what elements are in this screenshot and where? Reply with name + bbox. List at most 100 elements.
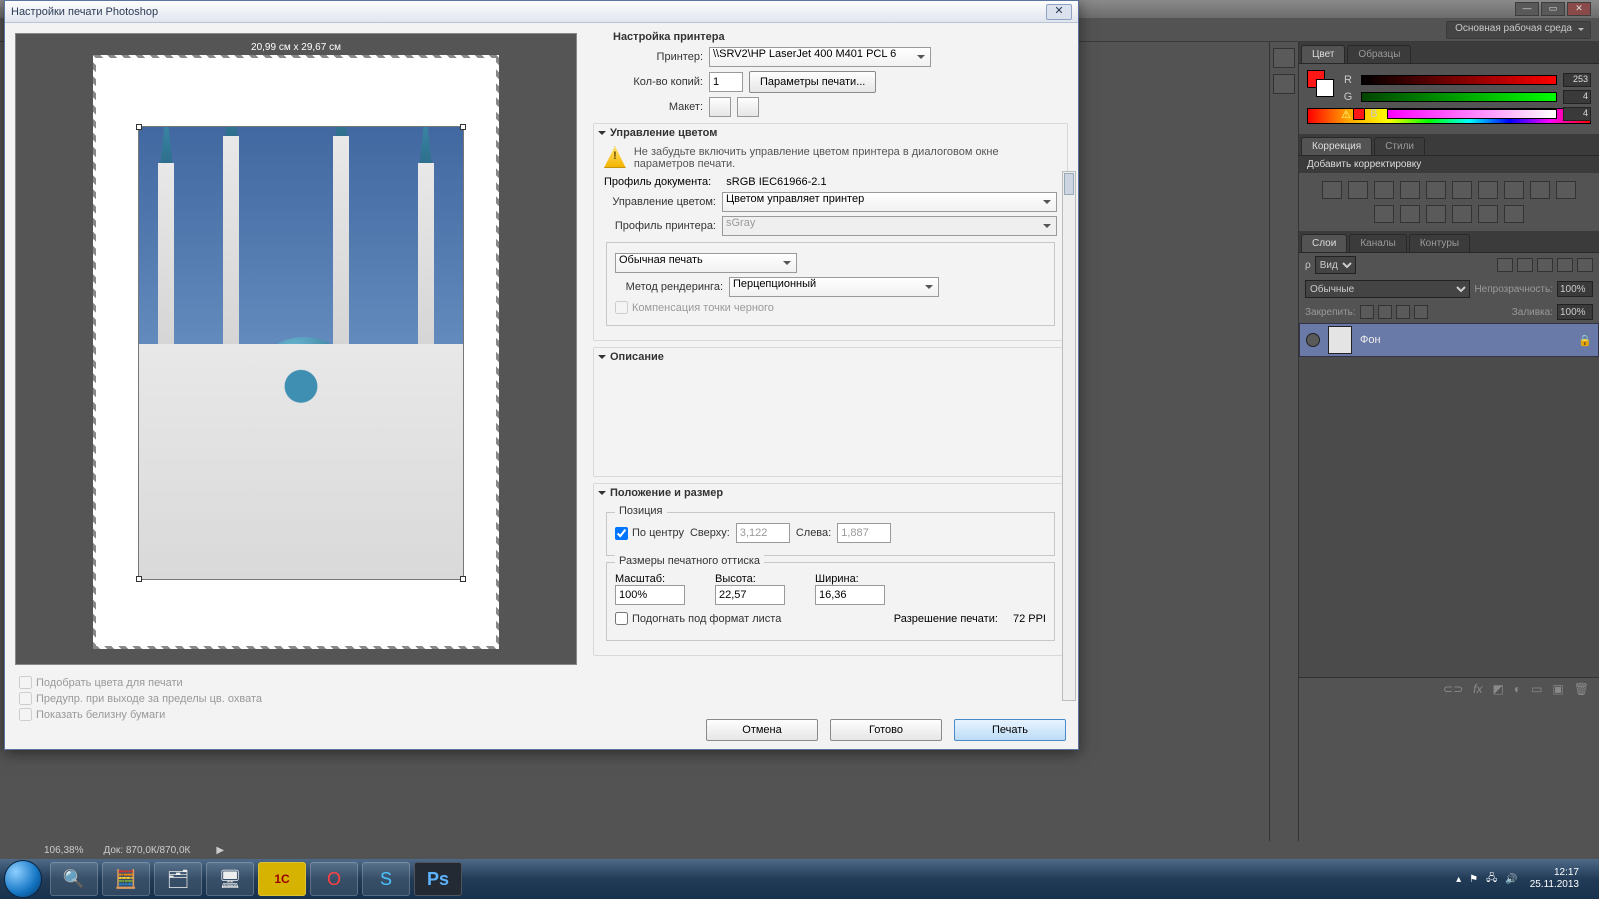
opacity-input[interactable] (1557, 281, 1593, 297)
resize-handle[interactable] (136, 124, 142, 130)
show-paper-white-checkbox[interactable]: Показать белизну бумаги (19, 708, 573, 721)
tab-swatches[interactable]: Образцы (1347, 45, 1411, 63)
tray-show-hidden-icon[interactable]: ▴ (1456, 874, 1461, 885)
match-print-colors-checkbox[interactable]: Подобрать цвета для печати (19, 676, 573, 689)
adjustment-icon[interactable] (1322, 181, 1342, 199)
print-params-button[interactable]: Параметры печати... (749, 71, 876, 93)
taskbar-app-skype[interactable]: S (362, 862, 410, 896)
taskbar-app[interactable]: 🗂 (154, 862, 202, 896)
dialog-close-button[interactable]: ✕ (1046, 4, 1072, 20)
disclosure-triangle-icon[interactable] (598, 355, 606, 363)
b-value[interactable]: 4 (1563, 107, 1591, 121)
tab-channels[interactable]: Каналы (1349, 234, 1407, 252)
adjustment-icon[interactable] (1348, 181, 1368, 199)
mask-icon[interactable]: ◩ (1492, 682, 1503, 696)
orientation-portrait-icon[interactable] (709, 97, 731, 117)
taskbar-app-opera[interactable]: O (310, 862, 358, 896)
lock-paint-icon[interactable] (1378, 305, 1392, 319)
lock-position-icon[interactable] (1396, 305, 1410, 319)
g-value[interactable]: 4 (1563, 90, 1591, 104)
lock-all-icon[interactable] (1414, 305, 1428, 319)
orientation-landscape-icon[interactable] (737, 97, 759, 117)
filter-icon[interactable] (1517, 258, 1533, 272)
workspace-picker[interactable]: Основная рабочая среда (1446, 21, 1591, 39)
blend-mode-select[interactable]: Обычные (1305, 280, 1470, 298)
gamut-warning-checkbox[interactable]: Предупр. при выходе за пределы цв. охват… (19, 692, 573, 705)
width-input[interactable] (815, 585, 885, 605)
eye-icon[interactable] (1306, 333, 1320, 347)
taskbar-app[interactable]: 🖥 (206, 862, 254, 896)
maximize-button[interactable]: ▭ (1541, 2, 1565, 16)
filter-icon[interactable] (1497, 258, 1513, 272)
adjustment-icon[interactable] (1374, 181, 1394, 199)
layer-row-background[interactable]: Фон 🔒 (1299, 323, 1599, 357)
filter-icon[interactable] (1557, 258, 1573, 272)
adjustment-icon[interactable] (1504, 205, 1524, 223)
rendering-select[interactable]: Перцепционный (729, 277, 939, 297)
layer-filter-kind[interactable]: Вид (1315, 256, 1356, 274)
print-button[interactable]: Печать (954, 719, 1066, 741)
trash-icon[interactable]: 🗑 (1574, 682, 1589, 696)
scale-input[interactable] (615, 585, 685, 605)
resize-handle[interactable] (136, 576, 142, 582)
taskbar-app[interactable]: 1C (258, 862, 306, 896)
tray-volume-icon[interactable]: 🔊 (1505, 874, 1517, 885)
b-slider[interactable] (1387, 109, 1557, 119)
fit-media-checkbox[interactable]: Подогнать под формат листа (615, 612, 781, 625)
cancel-button[interactable]: Отмена (706, 719, 818, 741)
tab-layers[interactable]: Слои (1301, 234, 1347, 252)
tray-network-icon[interactable]: 🖧 (1486, 871, 1497, 888)
taskbar-app-photoshop[interactable]: Ps (414, 862, 462, 896)
tab-color[interactable]: Цвет (1301, 45, 1345, 63)
nearest-color-swatch[interactable] (1353, 108, 1365, 120)
tab-adjustments[interactable]: Коррекция (1301, 137, 1372, 155)
adjustment-icon[interactable] (1504, 181, 1524, 199)
resize-handle[interactable] (460, 576, 466, 582)
settings-scrollbar[interactable] (1062, 171, 1076, 701)
done-button[interactable]: Готово (830, 719, 942, 741)
printer-select[interactable]: \\SRV2\HP LaserJet 400 M401 PCL 6 (709, 47, 931, 67)
panel-icon[interactable] (1273, 48, 1295, 68)
clock-date[interactable]: 25.11.2013 (1530, 879, 1579, 891)
adjustment-icon[interactable] (1530, 181, 1550, 199)
resize-handle[interactable] (460, 124, 466, 130)
tray-flag-icon[interactable]: ⚑ (1469, 874, 1478, 885)
group-icon[interactable]: ▭ (1531, 682, 1542, 696)
adjustment-icon[interactable] (1426, 181, 1446, 199)
adjustment-layer-icon[interactable]: ◐ (1514, 682, 1521, 696)
tab-styles[interactable]: Стили (1374, 137, 1425, 155)
lock-transparency-icon[interactable] (1360, 305, 1374, 319)
g-slider[interactable] (1361, 92, 1557, 102)
filter-icon[interactable] (1577, 258, 1593, 272)
fx-icon[interactable]: fx (1473, 682, 1482, 696)
center-checkbox[interactable]: По центру (615, 527, 684, 540)
taskbar-app[interactable]: 🧮 (102, 862, 150, 896)
print-type-select[interactable]: Обычная печать (615, 253, 797, 273)
adjustment-icon[interactable] (1478, 181, 1498, 199)
taskbar-app[interactable]: 🔍 (50, 862, 98, 896)
adjustment-icon[interactable] (1478, 205, 1498, 223)
color-handling-select[interactable]: Цветом управляет принтер (722, 192, 1057, 212)
image-preview[interactable] (138, 126, 464, 580)
tab-paths[interactable]: Контуры (1409, 234, 1470, 252)
disclosure-triangle-icon[interactable] (598, 491, 606, 499)
r-slider[interactable] (1361, 75, 1557, 85)
adjustment-icon[interactable] (1426, 205, 1446, 223)
copies-input[interactable] (709, 72, 743, 92)
new-layer-icon[interactable]: ▣ (1552, 682, 1563, 696)
link-icon[interactable]: ⊂⊃ (1443, 682, 1463, 696)
minimize-button[interactable]: — (1515, 2, 1539, 16)
background-swatch[interactable] (1316, 79, 1334, 97)
adjustment-icon[interactable] (1400, 181, 1420, 199)
r-value[interactable]: 253 (1563, 73, 1591, 87)
filter-icon[interactable] (1537, 258, 1553, 272)
adjustment-icon[interactable] (1452, 205, 1472, 223)
panel-icon[interactable] (1273, 74, 1295, 94)
adjustment-icon[interactable] (1374, 205, 1394, 223)
zoom-value[interactable]: 106,38% (44, 845, 83, 856)
height-input[interactable] (715, 585, 785, 605)
app-close-button[interactable]: ✕ (1567, 2, 1591, 16)
disclosure-triangle-icon[interactable] (598, 131, 606, 139)
clock-time[interactable]: 12:17 (1530, 867, 1579, 879)
adjustment-icon[interactable] (1556, 181, 1576, 199)
